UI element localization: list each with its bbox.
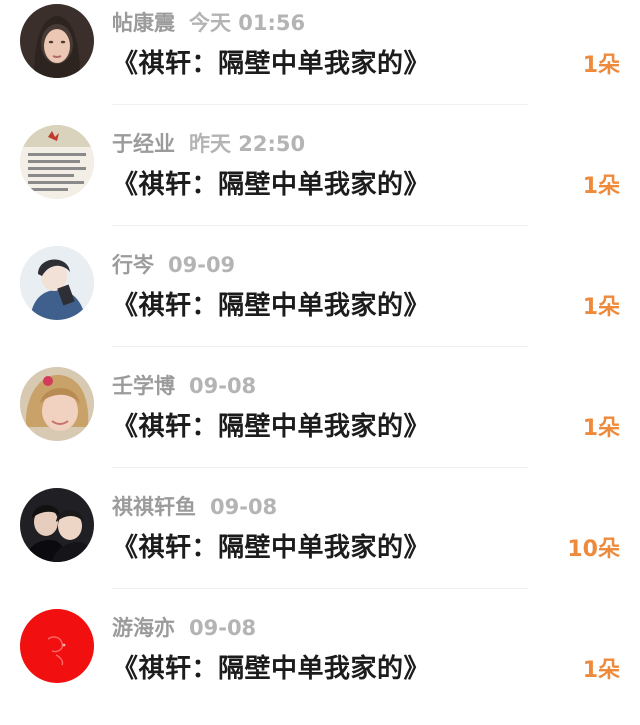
comment-time: 09-08 (189, 616, 257, 640)
comment-time: 09-08 (189, 374, 257, 398)
user-name[interactable]: 祺祺轩鱼 (112, 495, 196, 519)
book-title[interactable]: 《祺轩：隔壁中单我家的》 (112, 286, 430, 326)
list-item[interactable]: 行岑 09-09 《祺轩：隔壁中单我家的》 1朵 (0, 242, 640, 362)
avatar-little-girl-icon[interactable] (20, 367, 94, 441)
book-title[interactable]: 《祺轩：隔壁中单我家的》 (112, 407, 430, 447)
book-title[interactable]: 《祺轩：隔壁中单我家的》 (112, 44, 430, 84)
gift-count: 1朵 (582, 53, 620, 78)
list-item[interactable]: 壬学博 09-08 《祺轩：隔壁中单我家的》 1朵 (0, 363, 640, 483)
comment-meta: 于经业 昨天 22:50 (112, 129, 305, 159)
comment-meta: 行岑 09-09 (112, 250, 235, 280)
comment-time: 昨天 22:50 (189, 132, 306, 156)
gift-count: 1朵 (582, 416, 620, 441)
gift-count: 1朵 (582, 658, 620, 683)
gift-count: 1朵 (582, 174, 620, 199)
user-name[interactable]: 于经业 (112, 132, 175, 156)
list-item[interactable]: 祺祺轩鱼 09-08 《祺轩：隔壁中单我家的》 10朵 (0, 484, 640, 604)
divider (112, 225, 528, 226)
avatar-red-circle-icon[interactable] (20, 609, 94, 683)
comment-meta: 祺祺轩鱼 09-08 (112, 492, 277, 522)
comment-meta: 游海亦 09-08 (112, 613, 256, 643)
avatar-anime-boy-icon[interactable] (20, 246, 94, 320)
book-title[interactable]: 《祺轩：隔壁中单我家的》 (112, 649, 430, 689)
gift-count: 10朵 (567, 537, 620, 562)
user-name[interactable]: 帖康震 (112, 11, 175, 35)
divider (112, 588, 528, 589)
book-title[interactable]: 《祺轩：隔壁中单我家的》 (112, 528, 430, 568)
divider (112, 104, 528, 105)
list-item[interactable]: 于经业 昨天 22:50 《祺轩：隔壁中单我家的》 1朵 (0, 121, 640, 241)
comment-time: 今天 01:56 (189, 11, 306, 35)
gift-count: 1朵 (582, 295, 620, 320)
gift-comment-list: 帖康震 今天 01:56 《祺轩：隔壁中单我家的》 1朵 于经业 昨天 22:50 … (0, 0, 640, 721)
comment-meta: 帖康震 今天 01:56 (112, 8, 305, 38)
user-name[interactable]: 游海亦 (112, 616, 175, 640)
book-title[interactable]: 《祺轩：隔壁中单我家的》 (112, 165, 430, 205)
divider (112, 467, 528, 468)
avatar-two-boys-icon[interactable] (20, 488, 94, 562)
comment-time: 09-08 (210, 495, 278, 519)
avatar-text-card-icon[interactable] (20, 125, 94, 199)
list-item[interactable]: 帖康震 今天 01:56 《祺轩：隔壁中单我家的》 1朵 (0, 0, 640, 120)
divider (112, 346, 528, 347)
user-name[interactable]: 壬学博 (112, 374, 175, 398)
comment-time: 09-09 (168, 253, 236, 277)
user-name[interactable]: 行岑 (112, 253, 154, 277)
comment-meta: 壬学博 09-08 (112, 371, 256, 401)
avatar-woman-dark-hair-icon[interactable] (20, 4, 94, 78)
list-item[interactable]: 游海亦 09-08 《祺轩：隔壁中单我家的》 1朵 (0, 605, 640, 725)
